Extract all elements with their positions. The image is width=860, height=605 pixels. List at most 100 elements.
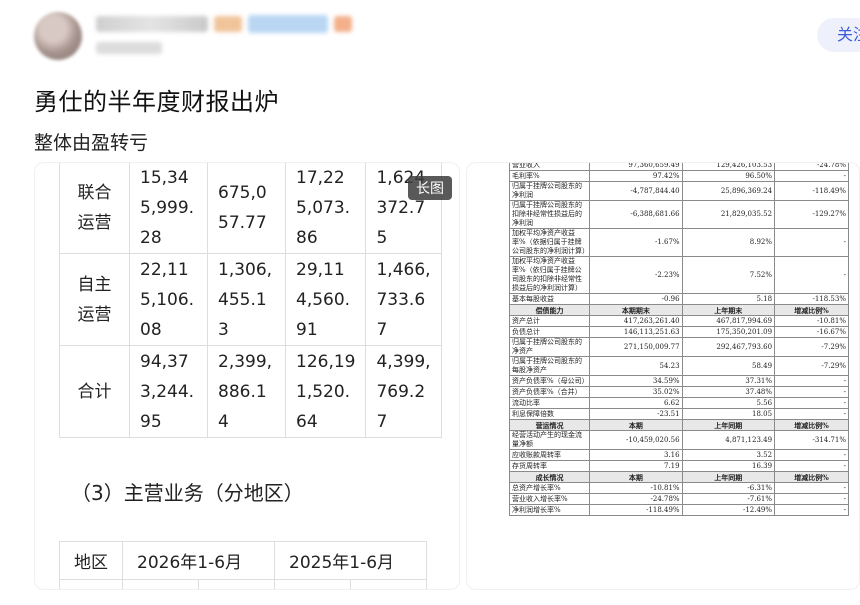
table-cell: 上年同期	[681, 471, 776, 483]
table-cell: 8.92%	[681, 228, 776, 257]
table-row: 基本每股收益 -0.96 5.18 -118.53%	[508, 293, 849, 305]
row-label: 合计	[59, 345, 130, 438]
table-cell: 归属于挂牌公司股东的扣除非经常性损益后的净利润	[508, 200, 591, 229]
table-cell: -2.23%	[589, 256, 683, 294]
table-row: 资产总计 417,263,261.40 467,817,994.69 -10.81%	[508, 315, 849, 327]
table-row: 资产负债率%（合并） 35.02% 37.48% -	[508, 386, 849, 398]
table-cell: 675,0 57.77	[207, 163, 286, 254]
table-row: 归属于挂牌公司股东的每股净资产 54.23 58.49 -7.29%	[508, 356, 849, 376]
table-row: 加权平均净资产收益率%（依归属于挂牌公司股东的扣除非经常性损益后的净利润计算） -…	[508, 256, 849, 294]
author-name-blurred[interactable]	[96, 16, 208, 32]
business-table: 联合 运营 15,34 5,999. 28 675,0 57.77 17,22 5,0…	[59, 163, 442, 438]
table-cell: 上年同期	[681, 419, 776, 431]
period-header-2026: 2026年1-6月	[122, 541, 275, 580]
post-title: 勇仕的半年度财报出炉	[34, 88, 279, 116]
table-cell: 1,306, 455.1 3	[207, 253, 286, 346]
table-row: 营业收入 97,360,659.49 129,426,103.53 -24.78%	[508, 163, 849, 171]
table-row: 归属于挂牌公司股东的扣除非经常性损益后的净利润 -6,388,681.66 21,8…	[508, 200, 849, 229]
table-cell: 94,37 3,244. 95	[129, 345, 208, 438]
row-label: 自主 运营	[59, 253, 130, 346]
post-subtitle: 整体由盈转亏	[34, 132, 149, 154]
period-header-2025: 2025年1-6月	[274, 541, 427, 580]
section-heading: （3）主营业务（分地区）	[71, 481, 304, 505]
table-cell: 资产负债率%（母公司）	[508, 375, 591, 387]
table-cell: 毛利率%	[508, 170, 591, 182]
table-cell: 4,871,123.49	[681, 430, 776, 450]
table-cell: 资产总计	[508, 315, 591, 327]
region-header: 地区	[59, 541, 123, 580]
table-cell: -7.29%	[774, 337, 849, 357]
table-cell: 2,399, 886.1 4	[207, 345, 286, 438]
table-cell: -	[774, 375, 849, 387]
table-cell: -0.96	[589, 293, 683, 305]
table-cell: 34.59%	[589, 375, 683, 387]
table-cell: -118.49%	[774, 181, 849, 201]
table-cell: 增减比例%	[774, 471, 849, 483]
cost-subheader: 成本	[350, 579, 427, 589]
table-cell: -	[774, 256, 849, 294]
table-cell: 29,11 4,560. 91	[284, 253, 367, 346]
table-cell: 营业收入增长率%	[508, 493, 591, 505]
table-cell: 本期	[589, 471, 683, 483]
long-image-badge: 长图	[408, 176, 452, 200]
table-row: 总资产增长率% -10.81% -6.31% -	[508, 482, 849, 494]
table-cell: -4,787,844.40	[589, 181, 683, 201]
table-row: 应收账款周转率 3.16 3.52-	[508, 449, 849, 461]
table-cell: -24.78%	[589, 493, 683, 505]
table-cell: 25,896,369.24	[681, 181, 776, 201]
table-cell: -	[774, 460, 849, 472]
table-cell: 467,817,994.69	[681, 315, 776, 327]
table-cell: 上年期末	[681, 304, 776, 316]
table-cell: 292,467,793.60	[681, 337, 776, 357]
revenue-subheader: 收入	[274, 579, 351, 589]
table-cell: 417,263,261.40	[589, 315, 683, 327]
table-cell: 97,360,659.49	[589, 163, 683, 171]
table-cell: 6.62	[589, 397, 683, 409]
table-cell: -10.81%	[589, 482, 683, 494]
table-cell: 129,426,103.53	[681, 163, 776, 171]
table-row: 资产负债率%（母公司） 34.59% 37.31% -	[508, 375, 849, 387]
table-cell: 7.19	[589, 460, 683, 472]
table-cell: 126,19 1,520. 64	[284, 345, 367, 438]
table-cell: -314.71%	[774, 430, 849, 450]
follow-button[interactable]: 关注	[817, 18, 860, 52]
table-cell: -118.53%	[774, 293, 849, 305]
table-row: 存货周转率 7.19 16.39-	[508, 460, 849, 472]
author-title-blurred	[248, 15, 328, 33]
table-cell: 归属于挂牌公司股东的净利润	[508, 181, 591, 201]
table-row: 负债总计 146,113,251.63 175,350,201.09 -16.67%	[508, 326, 849, 338]
table-cell: -16.67%	[774, 326, 849, 338]
author-avatar[interactable]	[34, 12, 82, 60]
table-cell: -7.61%	[681, 493, 776, 505]
table-cell: 5.18	[681, 293, 776, 305]
table-cell: 增减比例%	[774, 304, 849, 316]
table-cell: -12.49%	[681, 504, 776, 516]
table-row: 自主 运营 22,11 5,106. 08 1,306, 455.1 3 29,11 …	[59, 253, 442, 346]
table-cell: -	[774, 482, 849, 494]
table-cell: 净利润增长率%	[508, 504, 591, 516]
table-row: 利息保障倍数 -23.51 18.05-	[508, 408, 849, 420]
table-cell: 96.50%	[681, 170, 776, 182]
table-section-header: 成长情况 本期 上年同期 增减比例%	[508, 471, 849, 483]
table-cell: 增减比例%	[774, 419, 849, 431]
post-image-left[interactable]: 联合 运营 15,34 5,999. 28 675,0 57.77 17,22 5,0…	[34, 162, 460, 590]
table-cell: -129.27%	[774, 200, 849, 229]
table-row: 合计 94,37 3,244. 95 2,399, 886.1 4 126,19 1,…	[59, 345, 442, 438]
table-section-header: 营运情况 本期 上年同期 增减比例%	[508, 419, 849, 431]
table-cell: -1.67%	[589, 228, 683, 257]
table-cell: 1,466, 733.6 7	[365, 253, 442, 346]
table-cell: 营运情况	[508, 419, 591, 431]
table-cell: -	[774, 449, 849, 461]
table-cell: 37.31%	[681, 375, 776, 387]
cost-subheader: 成本	[198, 579, 275, 589]
table-cell: 成长情况	[508, 471, 591, 483]
table-cell: 负债总计	[508, 326, 591, 338]
table-cell: -6,388,681.66	[589, 200, 683, 229]
post-meta-blurred	[96, 42, 162, 54]
table-cell: 经营活动产生的现金流量净额	[508, 430, 591, 450]
table-row: 归属于挂牌公司股东的净资产 271,150,009.77 292,467,793.6…	[508, 337, 849, 357]
row-label: 联合 运营	[59, 163, 130, 254]
table-cell: 4,399, 769.2 7	[365, 345, 442, 438]
post-image-right[interactable]: 营业收入 97,360,659.49 129,426,103.53 -24.78% 毛利…	[466, 162, 860, 590]
region-subheader: 名称	[59, 579, 123, 589]
